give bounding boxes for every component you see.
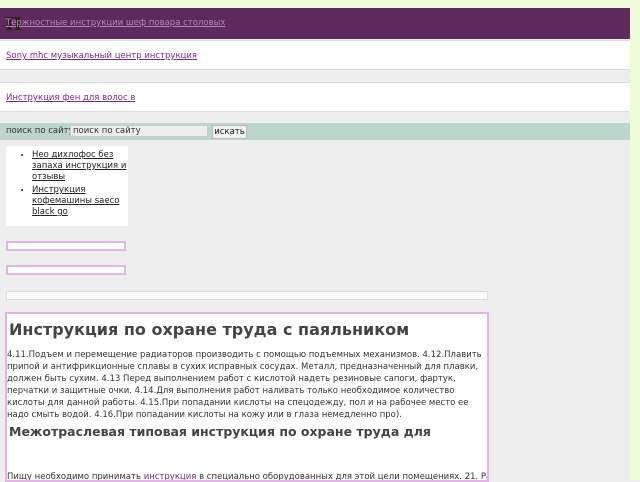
site-header: П Тержностные инструкции шеф повара стол… [0,8,630,39]
article-title: Инструкция по охране труда с паяльником [9,320,410,339]
search-label: поиск по сайту [6,126,74,136]
article-paragraph-2: Пищу необходимо принимать инструкция в с… [7,471,487,482]
sidebar-block-2 [6,265,126,275]
nav-row-2: Инструкция фен для волос в [0,82,630,112]
article-subtitle: Межотраслевая типовая инструкция по охра… [9,424,431,439]
sidebar-links: Нео дихлофос без запаха инструкция и отз… [6,146,128,226]
search-bar: поиск по сайту искать [0,123,630,140]
article-inline-link[interactable]: инструкция [144,472,197,480]
article: Инструкция по охране труда с паяльником … [5,312,489,482]
article-paragraph-1: 4.11.Подъем и перемещение радиаторов про… [7,350,482,420]
sidebar-link-saeco[interactable]: Инструкция кофемашины saeco black go [32,185,119,217]
sidebar-link-dichlofos[interactable]: Нео дихлофос без запаха инструкция и отз… [32,150,126,182]
top-strip [0,0,640,8]
header-link[interactable]: Тержностные инструкции шеф повара столов… [6,17,225,29]
right-strip [630,0,640,480]
sidebar-block-1 [6,241,126,251]
article-text: в специально оборудованных для этой цели… [199,472,487,482]
search-button[interactable]: искать [212,125,247,139]
nav-link-fen[interactable]: Инструкция фен для волос в [6,92,135,104]
content-divider-bar [6,291,488,300]
nav-row-1: Sony mhc музыкальный центр инструкция [0,40,630,70]
nav-link-sony[interactable]: Sony mhc музыкальный центр инструкция [6,50,197,62]
article-text: Пищу необходимо принимать [7,472,144,482]
search-input[interactable] [70,125,208,137]
sidebar-item: Инструкция кофемашины saeco black go [32,185,128,218]
sidebar-item: Нео дихлофос без запаха инструкция и отз… [32,150,128,183]
